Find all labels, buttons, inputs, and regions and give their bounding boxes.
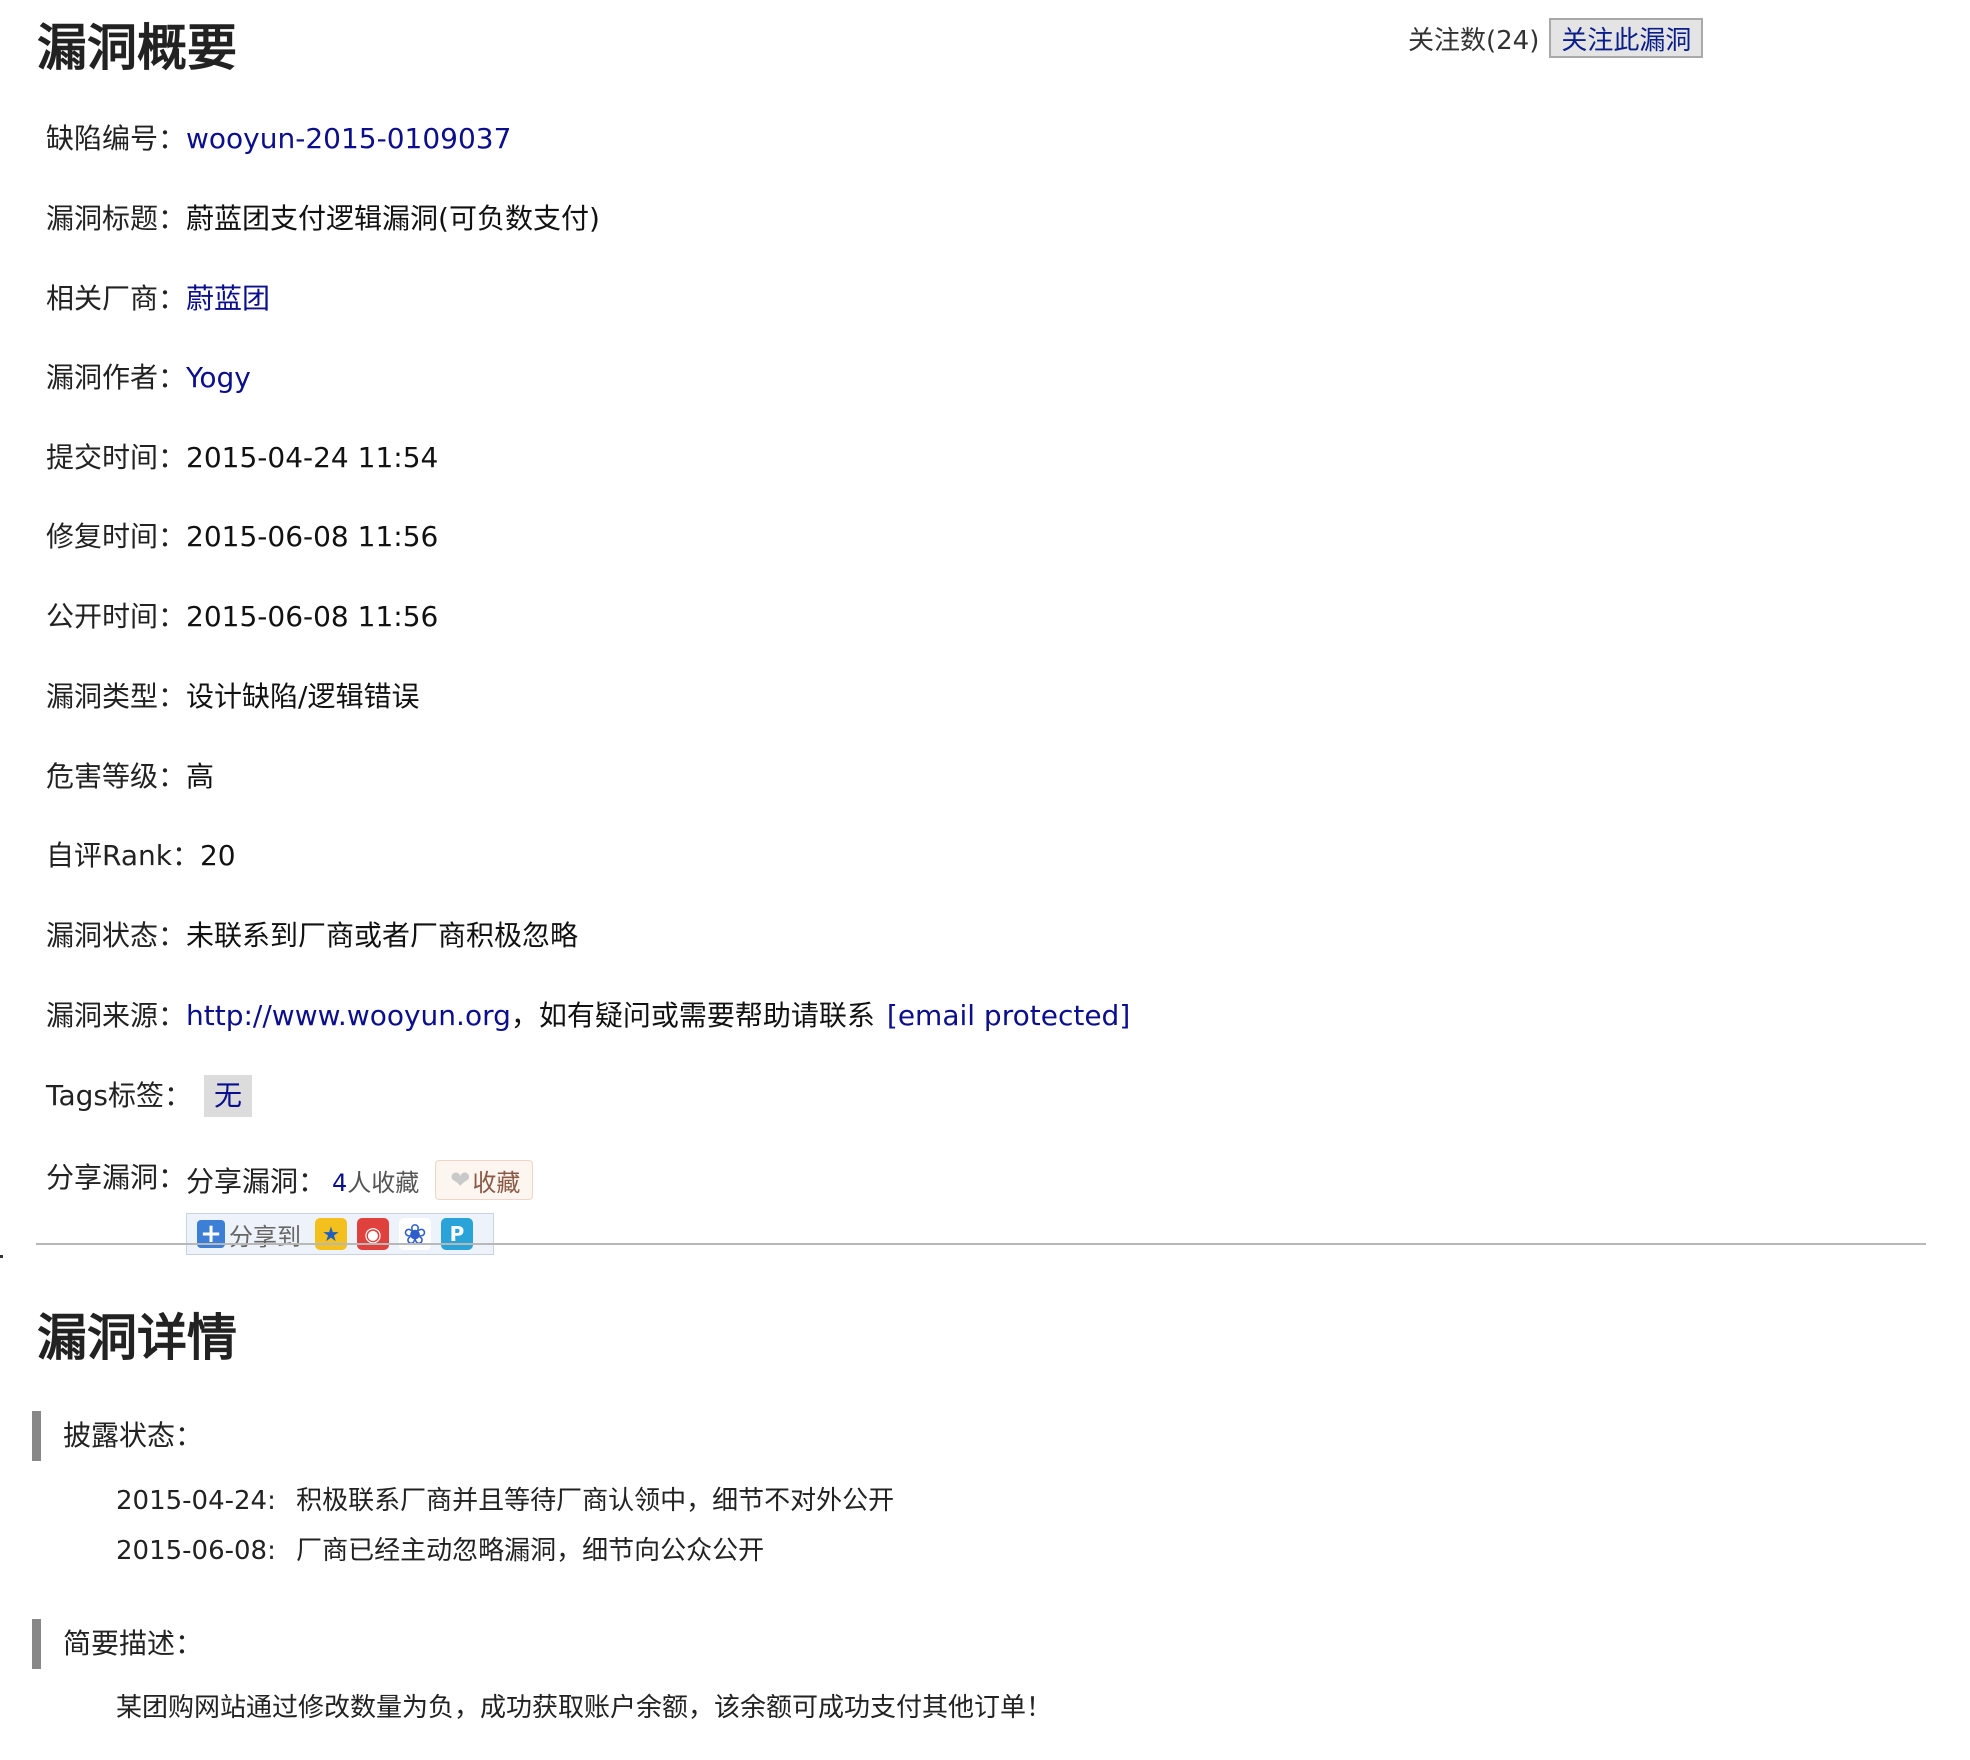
share-inline-label: 分享漏洞： — [186, 1165, 327, 1198]
disclosure-item: 2015-06-08: 厂商已经主动忽略漏洞，细节向公众公开 — [116, 1533, 764, 1569]
fav-count: 4人收藏 — [332, 1163, 419, 1198]
baidu-icon[interactable]: ❀ — [399, 1218, 431, 1251]
tags-label: Tags标签： — [46, 1079, 192, 1112]
vendor-label: 相关厂商： — [46, 282, 187, 315]
rank-value: 20 — [199, 839, 236, 872]
info-row-vendor: 相关厂商： 蔚蓝团 — [46, 279, 270, 319]
favorite-button-label: 收藏 — [472, 1168, 521, 1197]
fix-time-value: 2015-06-08 11:56 — [186, 520, 439, 553]
favorite-button[interactable]: ❤ 收藏 — [435, 1160, 534, 1200]
title-value: 蔚蓝团支付逻辑漏洞(可负数支付) — [186, 202, 600, 235]
page: 漏洞概要 关注数(24) 关注此漏洞 缺陷编号： wooyun-2015-010… — [0, 0, 1970, 1760]
info-row-status: 漏洞状态： 未联系到厂商或者厂商积极忽略 — [46, 916, 578, 956]
level-label: 危害等级： — [46, 760, 187, 793]
disclosure-heading: 披露状态： — [32, 1411, 203, 1461]
vendor-link[interactable]: 蔚蓝团 — [186, 279, 270, 319]
share-bar: + 分享到 ★ ◉ ❀ P — [186, 1213, 494, 1255]
fav-count-number: 4 — [332, 1168, 348, 1197]
brief-heading: 简要描述： — [32, 1619, 203, 1669]
disclosure-date: 2015-06-08: — [116, 1536, 276, 1566]
info-row-author: 漏洞作者： Yogy — [46, 358, 251, 398]
share-to-label[interactable]: 分享到 — [229, 1217, 301, 1252]
pp-icon[interactable]: P — [441, 1218, 473, 1250]
info-row-title: 漏洞标题： 蔚蓝团支付逻辑漏洞(可负数支付) — [46, 199, 600, 239]
status-value: 未联系到厂商或者厂商积极忽略 — [186, 919, 579, 952]
info-row-level: 危害等级： 高 — [46, 757, 214, 797]
disclosure-item: 2015-04-24: 积极联系厂商并且等待厂商认领中，细节不对外公开 — [116, 1483, 894, 1519]
title-label: 漏洞标题： — [46, 202, 187, 235]
info-row-share: 分享漏洞： — [46, 1158, 186, 1198]
fav-count-text: 人收藏 — [347, 1168, 420, 1197]
summary-title: 漏洞概要 — [37, 19, 237, 77]
info-row-tags: Tags标签： 无 — [46, 1075, 253, 1117]
share-widget: 分享漏洞： 4人收藏 ❤ 收藏 — [186, 1160, 534, 1200]
public-time-value: 2015-06-08 11:56 — [186, 600, 439, 633]
type-label: 漏洞类型： — [46, 680, 187, 713]
source-text: ，如有疑问或需要帮助请联系 — [510, 999, 875, 1032]
info-row-submit-time: 提交时间： 2015-04-24 11:54 — [46, 438, 438, 478]
source-email-link[interactable]: [email protected] — [887, 996, 1130, 1036]
submit-time-label: 提交时间： — [46, 441, 187, 474]
disclosure-text: 厂商已经主动忽略漏洞，细节向公众公开 — [296, 1536, 765, 1566]
disclosure-text: 积极联系厂商并且等待厂商认领中，细节不对外公开 — [296, 1486, 895, 1516]
id-link[interactable]: wooyun-2015-0109037 — [186, 119, 511, 159]
details-title: 漏洞详情 — [37, 1309, 237, 1367]
follow-count: 关注数(24) — [1408, 25, 1540, 56]
info-row-type: 漏洞类型： 设计缺陷/逻辑错误 — [46, 677, 419, 717]
info-row-rank: 自评Rank： 20 — [46, 836, 236, 876]
status-label: 漏洞状态： — [46, 919, 187, 952]
weibo-icon[interactable]: ◉ — [357, 1218, 389, 1250]
fix-time-label: 修复时间： — [46, 520, 187, 553]
info-row-id: 缺陷编号： wooyun-2015-0109037 — [46, 119, 511, 159]
author-link[interactable]: Yogy — [186, 358, 251, 398]
brief-text: 某团购网站通过修改数量为负，成功获取账户余额，该余额可成功支付其他订单！ — [116, 1693, 1053, 1723]
share-label: 分享漏洞： — [46, 1161, 187, 1194]
source-link[interactable]: http://www.wooyun.org — [186, 996, 511, 1036]
info-row-source: 漏洞来源： http://www.wooyun.org ，如有疑问或需要帮助请联… — [46, 996, 1130, 1036]
level-value: 高 — [186, 760, 215, 793]
source-label: 漏洞来源： — [46, 999, 187, 1032]
id-label: 缺陷编号： — [46, 122, 187, 155]
tag-none[interactable]: 无 — [204, 1075, 253, 1117]
rank-label: 自评Rank： — [46, 839, 200, 872]
public-time-label: 公开时间： — [46, 600, 187, 633]
heart-icon: ❤ — [450, 1166, 471, 1194]
stray-dot — [0, 1255, 3, 1258]
submit-time-value: 2015-04-24 11:54 — [186, 441, 439, 474]
follow-area: 关注数(24) 关注此漏洞 — [1408, 18, 1704, 58]
info-row-fix-time: 修复时间： 2015-06-08 11:56 — [46, 517, 438, 557]
section-divider — [36, 1243, 1926, 1245]
qzone-icon[interactable]: ★ — [315, 1218, 347, 1250]
follow-button[interactable]: 关注此漏洞 — [1549, 18, 1704, 58]
info-row-public-time: 公开时间： 2015-06-08 11:56 — [46, 597, 438, 637]
author-label: 漏洞作者： — [46, 361, 187, 394]
type-value: 设计缺陷/逻辑错误 — [186, 680, 420, 713]
disclosure-date: 2015-04-24: — [116, 1486, 276, 1516]
